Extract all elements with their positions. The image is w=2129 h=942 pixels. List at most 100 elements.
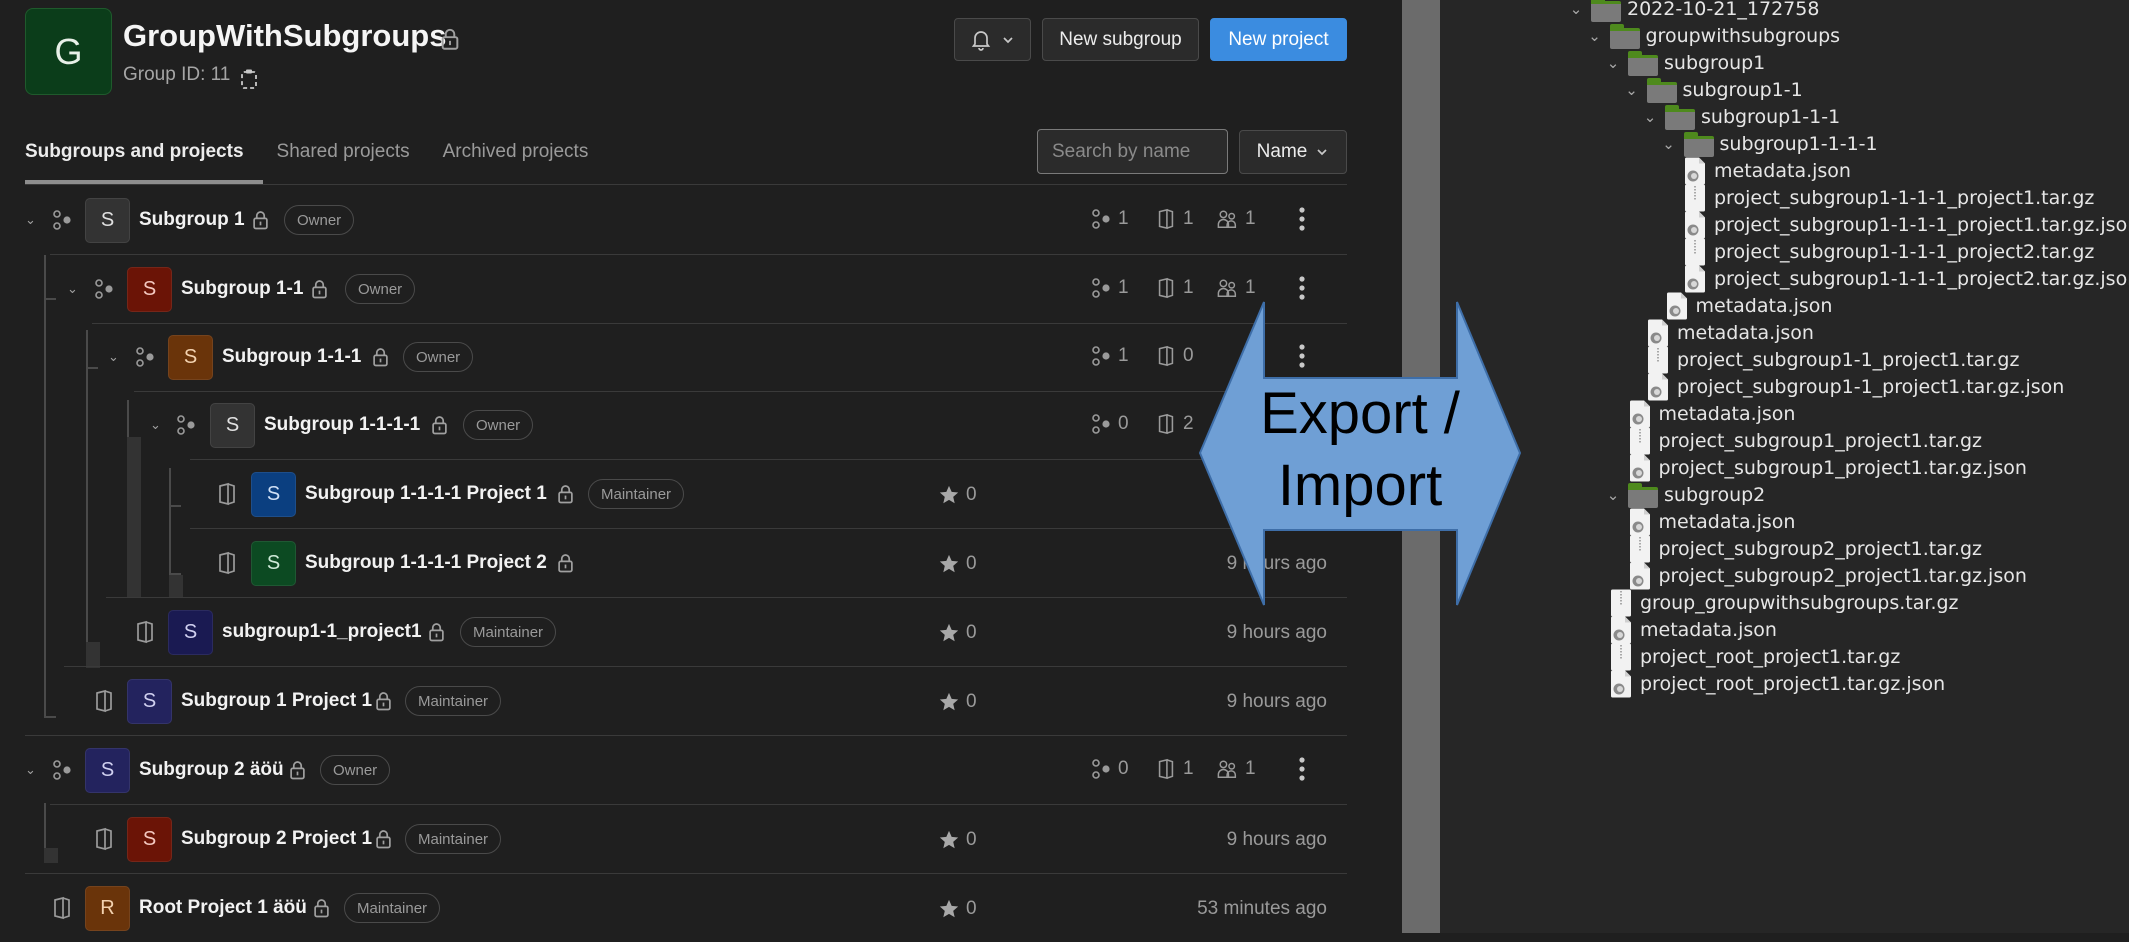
subgroups-count: 0: [1090, 413, 1129, 435]
project-row[interactable]: S Subgroup 1-1-1-1 Project 2 0 9 hours a…: [0, 529, 1347, 598]
row-name-link[interactable]: Subgroup 2 äöü: [139, 759, 284, 781]
row-name-link[interactable]: Subgroup 1-1-1: [222, 346, 361, 368]
more-actions-icon[interactable]: [1297, 756, 1307, 782]
gitlab-group-page: G GroupWithSubgroups Group ID: 11 New su…: [0, 0, 1402, 933]
subgroup-icon: [175, 413, 197, 437]
subgroup-icon: [51, 208, 73, 232]
file-name: project_subgroup1-1-1-1_project1.tar.gz: [1714, 187, 2095, 209]
project-icon: [216, 482, 238, 506]
lock-icon: [375, 829, 392, 849]
new-subgroup-button[interactable]: New subgroup: [1042, 18, 1199, 61]
group-row[interactable]: ⌄ S Subgroup 2 äöü Owner 0 1 1: [0, 736, 1347, 805]
group-tabs: Subgroups and projects Shared projects A…: [25, 128, 621, 184]
members-icon: [1217, 277, 1239, 299]
chevron-down-icon[interactable]: ⌄: [1641, 108, 1659, 126]
project-row[interactable]: S subgroup1-1_project1 Maintainer 0 9 ho…: [0, 598, 1347, 667]
file-name: project_root_project1.tar.gz.json: [1640, 673, 1946, 695]
group-row[interactable]: ⌄ S Subgroup 1-1-1-1 Owner 0 2: [0, 391, 1347, 460]
project-icon: [1155, 277, 1177, 299]
chevron-down-icon[interactable]: ⌄: [1604, 486, 1622, 504]
file-name: subgroup1-1: [1682, 79, 1803, 101]
subgroups-count: 1: [1090, 208, 1129, 230]
copy-clipboard-icon[interactable]: [240, 68, 258, 90]
project-row[interactable]: S Subgroup 2 Project 1 Maintainer 0 9 ho…: [0, 805, 1347, 874]
row-name-link[interactable]: Subgroup 1 Project 1: [181, 690, 372, 712]
chevron-down-icon[interactable]: ⌄: [25, 762, 39, 777]
chevron-down-icon[interactable]: ⌄: [1586, 27, 1604, 45]
new-project-button[interactable]: New project: [1210, 18, 1347, 61]
star-count: 0: [938, 898, 977, 920]
more-actions-icon[interactable]: [1297, 275, 1307, 301]
file-name: subgroup1-1-1: [1701, 106, 1841, 128]
row-name-link[interactable]: Root Project 1 äöü: [139, 897, 307, 919]
file-item[interactable]: project_root_project1.tar.gz.json: [1610, 666, 1945, 702]
tab-archived-projects[interactable]: Archived projects: [443, 128, 589, 184]
chevron-down-icon[interactable]: ⌄: [1623, 81, 1641, 99]
file-name: 2022-10-21_172758: [1627, 0, 1820, 20]
chevron-down-icon[interactable]: ⌄: [108, 349, 122, 364]
row-name-link[interactable]: Subgroup 1: [139, 209, 245, 231]
subgroup-icon: [1090, 758, 1112, 780]
row-name-link[interactable]: subgroup1-1_project1: [222, 621, 422, 643]
avatar: S: [127, 817, 172, 862]
last-updated: 9 hours ago: [1226, 691, 1327, 712]
chevron-down-icon[interactable]: ⌄: [1660, 135, 1678, 153]
sort-dropdown[interactable]: Name: [1239, 130, 1347, 174]
project-icon: [216, 551, 238, 575]
file-name: groupwithsubgroups: [1645, 25, 1841, 47]
lock-icon: [375, 691, 392, 711]
more-actions-icon[interactable]: [1297, 343, 1307, 369]
tab-shared-projects[interactable]: Shared projects: [277, 128, 410, 184]
lock-icon: [252, 210, 269, 230]
avatar: S: [127, 679, 172, 724]
role-badge: Maintainer: [460, 617, 557, 647]
projects-count: 0: [1155, 345, 1194, 367]
subgroup-icon: [93, 277, 115, 301]
row-name-link[interactable]: Subgroup 1-1-1-1 Project 2: [305, 552, 547, 574]
notifications-dropdown[interactable]: [954, 18, 1031, 61]
project-row[interactable]: R Root Project 1 äöü Maintainer 0 53 min…: [0, 874, 1347, 942]
avatar: S: [85, 748, 130, 793]
file-name: project_subgroup1_project1.tar.gz.json: [1658, 457, 2027, 479]
star-icon: [938, 691, 960, 713]
members-icon: [1217, 208, 1239, 230]
subgroup-icon: [51, 758, 73, 782]
more-actions-icon[interactable]: [1297, 206, 1307, 232]
group-row[interactable]: ⌄ S Subgroup 1-1-1 Owner 1 0: [0, 323, 1347, 392]
role-badge: Owner: [345, 274, 416, 304]
last-updated: 53 minutes ago: [1197, 898, 1327, 919]
project-icon: [1155, 345, 1177, 367]
star-icon: [938, 484, 960, 506]
json-file-icon: [1610, 670, 1632, 698]
subgroups-count: 0: [1090, 758, 1129, 780]
chevron-down-icon[interactable]: ⌄: [67, 281, 81, 296]
star-icon: [938, 553, 960, 575]
project-icon: [1155, 413, 1177, 435]
row-name-link[interactable]: Subgroup 1-1-1-1 Project 1: [305, 483, 547, 505]
group-avatar: G: [25, 8, 112, 95]
subgroups-count: 1: [1090, 345, 1129, 367]
group-row[interactable]: ⌄ S Subgroup 1-1 Owner 1 1 1: [0, 255, 1347, 324]
group-row[interactable]: ⌄ S Subgroup 1 Owner 1 1 1: [0, 186, 1347, 255]
subgroup-icon: [1090, 277, 1112, 299]
subgroup-icon: [1090, 413, 1112, 435]
projects-count: 1: [1155, 208, 1194, 230]
row-name-link[interactable]: Subgroup 2 Project 1: [181, 828, 372, 850]
file-name: metadata.json: [1640, 619, 1777, 641]
lock-icon: [440, 28, 460, 50]
row-name-link[interactable]: Subgroup 1-1-1-1: [264, 414, 420, 436]
tab-subgroups-and-projects[interactable]: Subgroups and projects: [25, 128, 244, 184]
search-input[interactable]: [1037, 129, 1228, 174]
row-name-link[interactable]: Subgroup 1-1: [181, 278, 303, 300]
chevron-down-icon[interactable]: ⌄: [150, 417, 164, 432]
last-updated: 9 hours ago: [1226, 622, 1327, 643]
project-row[interactable]: S Subgroup 1 Project 1 Maintainer 0 9 ho…: [0, 667, 1347, 736]
projects-count: 1: [1155, 758, 1194, 780]
chevron-down-icon[interactable]: ⌄: [1567, 0, 1585, 18]
file-name: metadata.json: [1658, 403, 1796, 425]
chevron-down-icon[interactable]: ⌄: [25, 212, 39, 227]
file-name: metadata.json: [1714, 160, 1851, 182]
star-count: 0: [938, 553, 977, 575]
project-row[interactable]: S Subgroup 1-1-1-1 Project 1 Maintainer …: [0, 460, 1347, 529]
chevron-down-icon[interactable]: ⌄: [1604, 54, 1622, 72]
